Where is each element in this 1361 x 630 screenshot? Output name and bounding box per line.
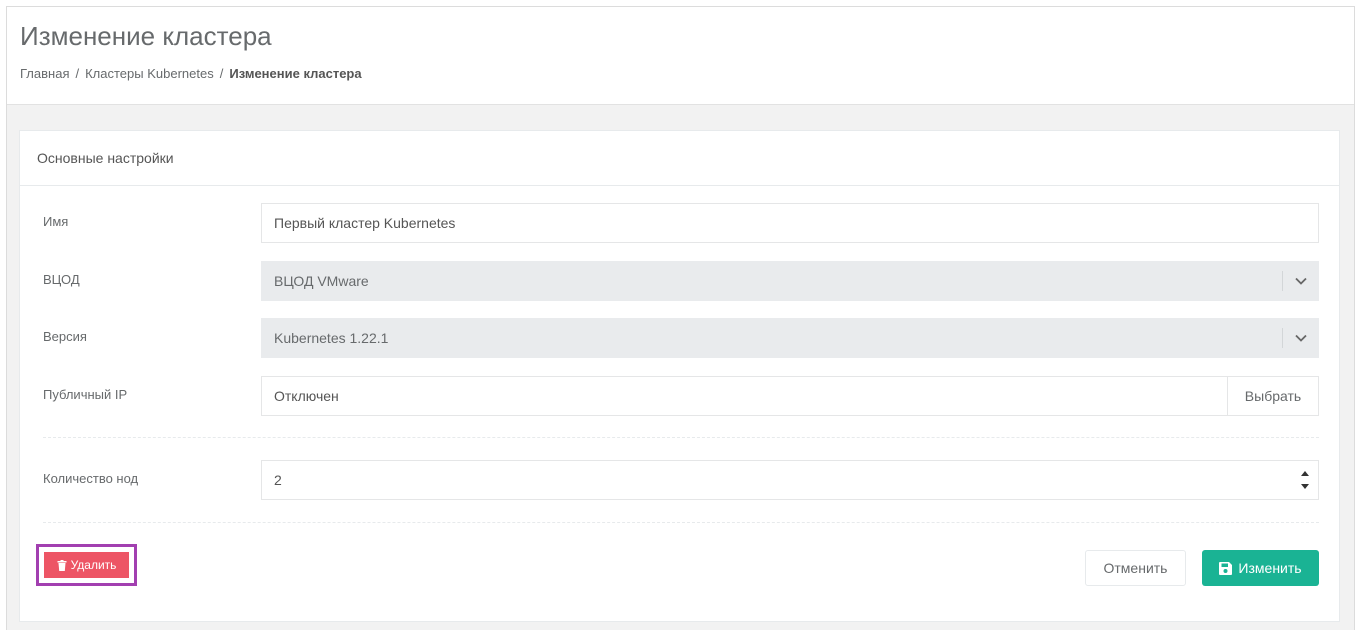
- page-title: Изменение кластера: [20, 21, 272, 51]
- name-input[interactable]: Первый кластер Kubernetes: [261, 203, 1319, 243]
- select-ip-button[interactable]: Выбрать: [1227, 376, 1319, 416]
- breadcrumb-separator: /: [75, 66, 80, 81]
- breadcrumb-separator: /: [219, 66, 224, 81]
- node-count-row: Количество нод 2: [20, 460, 1339, 500]
- settings-panel: Основные настройки Имя Первый кластер Ku…: [19, 130, 1340, 622]
- node-count-value: 2: [274, 472, 282, 488]
- breadcrumb-current: Изменение кластера: [229, 66, 362, 81]
- vdc-select[interactable]: ВЦОД VMware: [261, 261, 1319, 301]
- delete-button-label: Удалить: [70, 558, 117, 572]
- delete-button[interactable]: Удалить: [41, 549, 132, 581]
- node-count-label: Количество нод: [43, 471, 139, 486]
- public-ip-value: Отключен: [274, 388, 339, 404]
- panel-heading: Основные настройки: [20, 131, 1339, 186]
- name-row: Имя Первый кластер Kubernetes: [20, 203, 1339, 243]
- app-frame: Изменение кластера Главная / Кластеры Kube…: [6, 6, 1355, 630]
- version-row: Версия Kubernetes 1.22.1: [20, 318, 1339, 358]
- node-count-stepper[interactable]: 2: [261, 460, 1319, 500]
- chevron-down-icon: [1282, 271, 1318, 291]
- trash-icon: [57, 559, 67, 571]
- divider: [43, 437, 1319, 438]
- save-button[interactable]: Изменить: [1202, 550, 1319, 586]
- public-ip-label: Публичный IP: [43, 387, 128, 402]
- divider: [43, 522, 1319, 523]
- breadcrumb: Главная / Кластеры Kubernetes / Изменение кл…: [20, 66, 362, 81]
- version-select[interactable]: Kubernetes 1.22.1: [261, 318, 1319, 358]
- spinner-arrows-icon[interactable]: [1298, 465, 1312, 495]
- vdc-row: ВЦОД ВЦОД VMware: [20, 261, 1339, 301]
- name-label: Имя: [43, 214, 69, 229]
- version-label: Версия: [43, 329, 87, 344]
- breadcrumb-home-link[interactable]: Главная: [20, 66, 69, 81]
- floppy-disk-icon: [1219, 561, 1233, 575]
- save-button-label: Изменить: [1238, 560, 1302, 576]
- public-ip-row: Публичный IP Отключен Выбрать: [20, 376, 1339, 416]
- vdc-label: ВЦОД: [43, 272, 80, 287]
- chevron-down-icon: [1282, 328, 1318, 348]
- public-ip-input[interactable]: Отключен Выбрать: [261, 376, 1319, 416]
- cancel-button[interactable]: Отменить: [1085, 550, 1186, 586]
- breadcrumb-clusters-link[interactable]: Кластеры Kubernetes: [85, 66, 214, 81]
- vdc-select-value: ВЦОД VMware: [274, 273, 369, 289]
- version-select-value: Kubernetes 1.22.1: [274, 330, 389, 346]
- page-header: Изменение кластера Главная / Кластеры Kube…: [7, 7, 1354, 105]
